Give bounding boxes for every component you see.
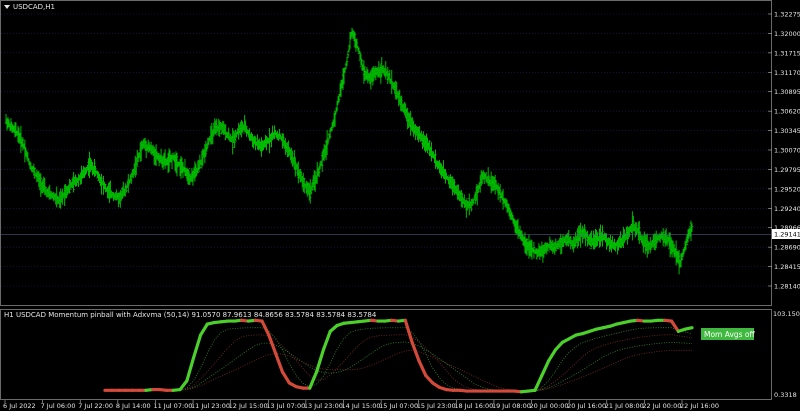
indicator-bottom-value: 0.3318 xyxy=(774,391,797,399)
price-axis-label: 1.32000 xyxy=(774,30,800,38)
price-axis-label: 1.29795 xyxy=(774,166,800,174)
time-axis-label: 13 Jul 07:00 xyxy=(266,402,305,410)
time-axis-label: 15 Jul 23:00 xyxy=(417,402,456,410)
time-axis-label: 22 Jul 16:00 xyxy=(680,402,719,410)
time-axis: 6 Jul 2022 7 Jul 06:00 7 Jul 22:00 8 Jul 14… xyxy=(3,400,719,410)
price-axis-label: 1.30070 xyxy=(774,147,800,155)
time-axis-label: 11 Jul 07:00 xyxy=(153,402,192,410)
time-axis-label: 12 Jul 15:00 xyxy=(229,402,268,410)
price-axis-label: 1.31715 xyxy=(774,49,800,57)
indicator-top-value: 103.1504 xyxy=(773,310,800,318)
time-axis-label: 20 Jul 16:00 xyxy=(567,402,606,410)
time-axis-label: 13 Jul 23:00 xyxy=(304,402,343,410)
time-axis-label: 20 Jul 00:00 xyxy=(530,402,569,410)
time-axis-label: 14 Jul 15:00 xyxy=(342,402,381,410)
time-axis-label: 7 Jul 06:00 xyxy=(41,402,76,410)
time-axis-label: 22 Jul 00:00 xyxy=(642,402,681,410)
price-axis-label: 1.28140 xyxy=(774,283,800,291)
time-axis-label: 6 Jul 2022 xyxy=(3,402,36,410)
price-axis-label: 1.29240 xyxy=(774,205,800,213)
time-axis-label: 19 Jul 08:00 xyxy=(492,402,531,410)
price-axis-label: 1.28415 xyxy=(774,263,800,271)
current-price-value: 1.29141 xyxy=(774,231,800,239)
price-axis-label: 1.30620 xyxy=(774,108,800,116)
time-axis-label: 18 Jul 16:00 xyxy=(454,402,493,410)
mt4-chart-window[interactable]: USDCAD,H1 1.32275 1.32000 1.31715 1.31170 1.… xyxy=(0,0,800,411)
price-axis-label: 1.31170 xyxy=(774,69,800,77)
mom-avgs-badge-label: Mom Avgs off xyxy=(704,330,756,339)
time-axis-label: 7 Jul 22:00 xyxy=(78,402,113,410)
momentum-line-segment xyxy=(683,326,694,331)
time-axis-label: 8 Jul 14:00 xyxy=(116,402,151,410)
time-axis-label: 11 Jul 23:00 xyxy=(191,402,230,410)
price-axis-label: 1.30345 xyxy=(774,127,800,135)
price-axis-label: 1.29520 xyxy=(774,185,800,193)
price-axis-label: 1.28690 xyxy=(774,244,800,252)
time-axis-label: 21 Jul 08:00 xyxy=(605,402,644,410)
price-axis-label: 1.30895 xyxy=(774,88,800,96)
price-axis-label: 1.32275 xyxy=(774,11,800,19)
indicator-title: H1 USDCAD Momentum pinball with Adxvma (… xyxy=(4,311,377,319)
symbol-label: USDCAD,H1 xyxy=(13,3,55,11)
time-axis-label: 15 Jul 07:00 xyxy=(379,402,418,410)
